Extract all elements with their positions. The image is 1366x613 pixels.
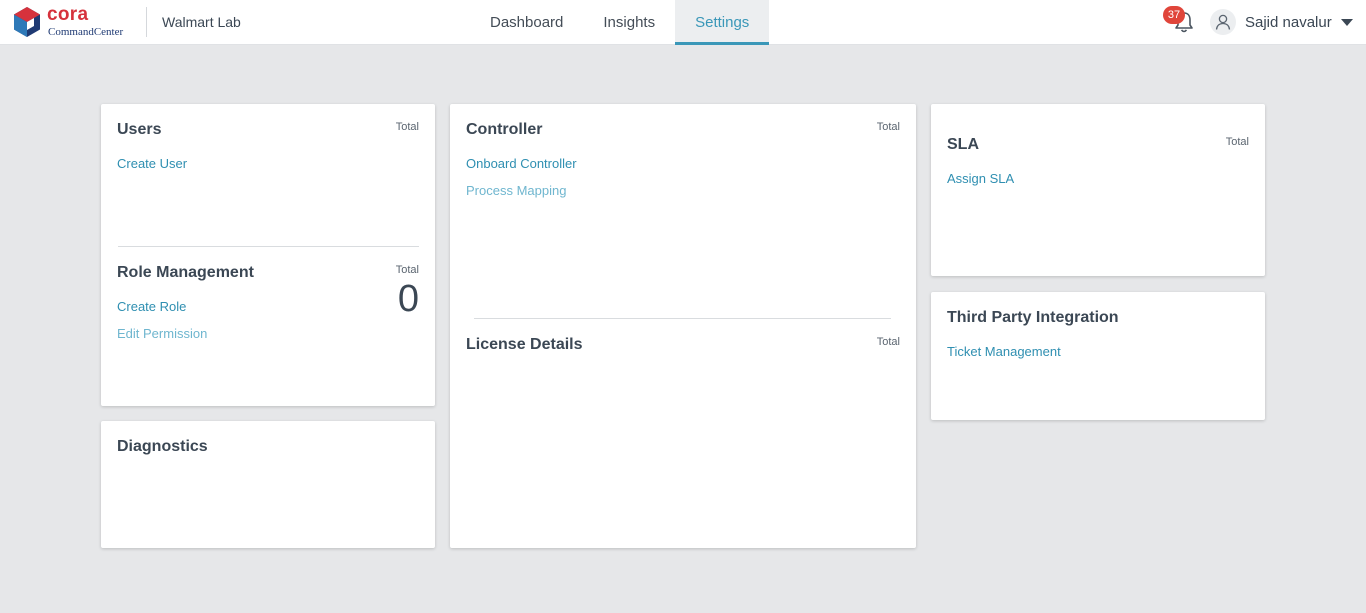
sla-title: SLA	[947, 136, 979, 153]
notifications-button[interactable]: 37	[1163, 6, 1198, 36]
controller-total-label: Total	[876, 121, 900, 133]
role-management-total-label: Total	[395, 264, 419, 276]
create-role-link[interactable]: Create Role	[117, 299, 186, 314]
cora-commandcenter-logo[interactable]: cora CommandCenter	[14, 4, 134, 40]
users-title: Users	[117, 121, 162, 138]
users-total-label: Total	[395, 121, 419, 133]
header-divider	[146, 7, 147, 37]
tab-insights[interactable]: Insights	[583, 0, 675, 45]
sla-total-label: Total	[1225, 136, 1249, 148]
onboard-controller-link[interactable]: Onboard Controller	[466, 156, 577, 171]
logo-brand-text: cora	[47, 4, 89, 25]
controller-card: Controller Total Onboard Controller Proc…	[450, 104, 916, 548]
main-nav: Dashboard Insights Settings	[470, 0, 770, 45]
organization-name: Walmart Lab	[162, 14, 241, 30]
tab-dashboard[interactable]: Dashboard	[470, 0, 583, 45]
cora-logo-icon	[14, 7, 40, 37]
tab-settings[interactable]: Settings	[675, 0, 770, 45]
caret-down-icon[interactable]	[1340, 18, 1353, 26]
user-icon	[1210, 9, 1236, 35]
section-divider	[474, 318, 891, 319]
edit-permission-link[interactable]: Edit Permission	[117, 326, 207, 341]
third-party-integration-title: Third Party Integration	[947, 309, 1119, 326]
section-divider	[118, 246, 419, 247]
top-navigation-bar: cora CommandCenter Walmart Lab Dashboard…	[0, 0, 1366, 45]
logo-product-text: CommandCenter	[48, 26, 124, 38]
role-management-title: Role Management	[117, 264, 254, 281]
sla-card: SLA Total Assign SLA	[931, 104, 1265, 276]
process-mapping-link[interactable]: Process Mapping	[466, 183, 566, 198]
controller-title: Controller	[466, 121, 543, 138]
diagnostics-title: Diagnostics	[117, 438, 208, 455]
ticket-management-link[interactable]: Ticket Management	[947, 344, 1061, 359]
create-user-link[interactable]: Create User	[117, 156, 187, 171]
license-details-total-label: Total	[876, 336, 900, 348]
role-management-total-value: 0	[397, 278, 419, 320]
users-card: Users Total Create User Role Management …	[101, 104, 435, 406]
user-menu[interactable]: Sajid navalur	[1210, 9, 1353, 35]
diagnostics-card: Diagnostics	[101, 421, 435, 548]
assign-sla-link[interactable]: Assign SLA	[947, 171, 1014, 186]
notification-count-badge: 37	[1163, 6, 1185, 24]
user-name: Sajid navalur	[1245, 13, 1332, 31]
third-party-integration-card: Third Party Integration Ticket Managemen…	[931, 292, 1265, 420]
license-details-title: License Details	[466, 336, 583, 353]
